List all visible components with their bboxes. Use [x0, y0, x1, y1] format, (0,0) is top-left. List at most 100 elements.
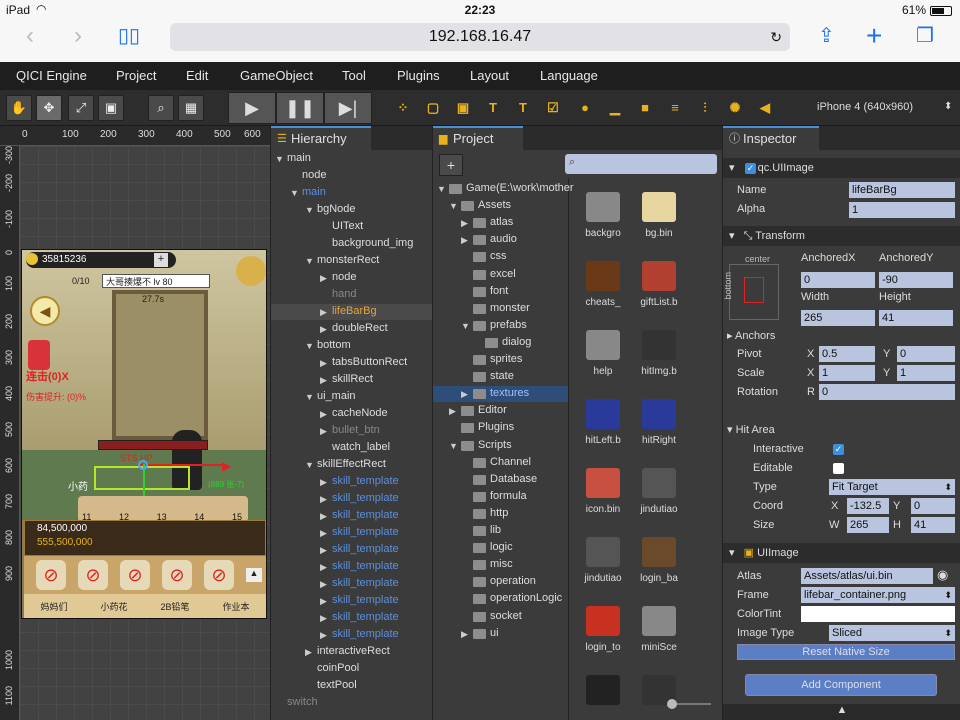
project-folder[interactable]: css [490, 250, 507, 262]
asset-thumbnail[interactable] [642, 606, 676, 636]
collapse-arrow-icon[interactable]: ▼ [305, 392, 314, 402]
hierarchy-node[interactable]: hand [332, 288, 356, 300]
expand-arrow-icon[interactable]: ▶ [461, 218, 468, 229]
hierarchy-node[interactable]: skillRect [332, 373, 373, 385]
hierarchy-node[interactable]: ui_main [317, 390, 356, 402]
asset-thumbnail[interactable] [586, 192, 620, 222]
avatar[interactable] [236, 256, 266, 286]
project-folder[interactable]: audio [490, 233, 517, 245]
hit-area-toggle[interactable]: ▾ Hit Area [727, 423, 775, 436]
game-preview[interactable]: 35815236 + 0/10 大哥揍爆不 lv 80 27.7s ◀ 连击(0… [21, 249, 267, 619]
tab-button[interactable]: 妈妈们 [40, 600, 67, 613]
tab-hierarchy[interactable]: ☰ Hierarchy [271, 126, 371, 150]
hierarchy-node[interactable]: skill_template [332, 526, 399, 538]
collapse-arrow-icon[interactable]: ▼ [305, 341, 314, 351]
expand-arrow-icon[interactable]: ▶ [320, 426, 327, 437]
asset-thumbnail[interactable] [642, 261, 676, 291]
node-header[interactable]: ▾ ✓ qc.UIImage [723, 158, 960, 178]
tab-inspector[interactable]: ⓘ Inspector [723, 126, 819, 150]
tab-project[interactable]: ▆ Project [433, 126, 523, 150]
tab-button[interactable]: 作业本 [222, 600, 249, 613]
tab-button[interactable]: 小药花 [100, 600, 127, 613]
pivot-y-field[interactable]: 0 [897, 346, 955, 362]
asset-thumbnail[interactable] [642, 192, 676, 222]
collapse-arrow-icon[interactable]: ▼ [290, 188, 299, 198]
interactive-checkbox[interactable]: ✓ [833, 444, 844, 455]
create-toggle-icon[interactable]: ☑ [544, 99, 562, 117]
menu-edit[interactable]: Edit [186, 68, 208, 83]
project-folder[interactable]: monster [490, 302, 530, 314]
project-folder[interactable]: Scripts [478, 439, 512, 451]
create-list-icon[interactable]: ≡ [666, 99, 684, 117]
project-folder[interactable]: dialog [502, 336, 531, 348]
zoom-icon[interactable]: ⌕ [148, 95, 174, 121]
expand-arrow-icon[interactable]: ▶ [320, 528, 327, 539]
project-folder[interactable]: atlas [490, 216, 513, 228]
project-folder[interactable]: misc [490, 558, 513, 570]
create-text-icon[interactable]: T [484, 99, 502, 117]
asset-thumbnail[interactable] [586, 606, 620, 636]
hierarchy-node[interactable]: skillEffectRect [317, 458, 386, 470]
expand-arrow-icon[interactable]: ▶ [461, 629, 468, 640]
size-w-field[interactable]: 265 [847, 517, 889, 533]
hierarchy-node[interactable]: main [302, 186, 326, 198]
address-bar[interactable]: 192.168.16.47 ↻ [170, 23, 790, 51]
hierarchy-node[interactable]: skill_template [332, 611, 399, 623]
hierarchy-node[interactable]: watch_label [332, 441, 390, 453]
menu-gameobject[interactable]: GameObject [240, 68, 313, 83]
create-sound-icon[interactable]: ◀ [756, 99, 774, 117]
panel-scroll-up-icon[interactable]: ▲ [723, 704, 960, 720]
collapse-arrow-icon[interactable]: ▼ [305, 205, 314, 215]
create-button-icon[interactable]: ● [576, 99, 594, 117]
menu-language[interactable]: Language [540, 68, 598, 83]
expand-arrow-icon[interactable]: ▶ [320, 409, 327, 420]
asset-thumbnail[interactable] [586, 330, 620, 360]
hierarchy-node[interactable]: doubleRect [332, 322, 388, 334]
hierarchy-node[interactable]: node [302, 169, 326, 181]
project-folder[interactable]: operationLogic [490, 592, 562, 604]
asset-thumbnail[interactable] [642, 399, 676, 429]
collapse-arrow-icon[interactable]: ▼ [437, 184, 446, 194]
reset-native-size-button[interactable]: Reset Native Size [737, 644, 955, 660]
enabled-checkbox[interactable]: ✓ [745, 163, 756, 174]
back-icon[interactable]: ‹ [26, 22, 34, 50]
hierarchy-node[interactable]: skill_template [332, 594, 399, 606]
expand-arrow-icon[interactable]: ▶ [320, 511, 327, 522]
expand-arrow-icon[interactable]: ▶ [320, 273, 327, 284]
project-folder[interactable]: Plugins [478, 421, 514, 433]
collapse-arrow-icon[interactable]: ▼ [305, 460, 314, 470]
anchors-toggle[interactable]: ▸ Anchors [727, 329, 775, 342]
project-folder[interactable]: font [490, 285, 508, 297]
project-folder[interactable]: Database [490, 473, 537, 485]
expand-arrow-icon[interactable]: ▶ [320, 324, 327, 335]
hierarchy-node[interactable]: skill_template [332, 577, 399, 589]
gizmo-pivot[interactable] [138, 460, 148, 470]
asset-thumbnail[interactable] [642, 537, 676, 567]
project-folder[interactable]: Assets [478, 199, 511, 211]
hierarchy-node[interactable]: node [332, 271, 356, 283]
sound-toggle-icon[interactable]: ◀ [30, 296, 60, 326]
menu-qici[interactable]: QICI Engine [16, 68, 87, 83]
locked-slot-icon[interactable]: ⊘ [78, 560, 108, 590]
expand-arrow-icon[interactable]: ▶ [320, 613, 327, 624]
create-slider-icon[interactable]: ⫶ [696, 99, 714, 117]
share-icon[interactable]: ⇪ [818, 22, 835, 50]
expand-icon[interactable]: ▲ [246, 568, 262, 582]
gizmo-x-arrow-icon[interactable]: ▶ [222, 459, 231, 473]
create-uiimage-icon[interactable]: ▢ [424, 99, 442, 117]
create-sprite-icon[interactable]: ■ [636, 99, 654, 117]
gizmo-x-axis[interactable] [140, 464, 226, 466]
project-folder[interactable]: sprites [490, 353, 522, 365]
step-button[interactable]: ▶| [324, 92, 372, 124]
collapse-arrow-icon[interactable]: ▼ [305, 256, 314, 266]
hierarchy-node[interactable]: switch [287, 696, 318, 708]
project-folder[interactable]: excel [490, 268, 516, 280]
hierarchy-node[interactable]: skill_template [332, 492, 399, 504]
menu-layout[interactable]: Layout [470, 68, 509, 83]
scale-x-field[interactable]: 1 [819, 365, 875, 381]
create-particle-icon[interactable]: ✺ [726, 99, 744, 117]
expand-arrow-icon[interactable]: ▶ [320, 494, 327, 505]
expand-arrow-icon[interactable]: ▶ [320, 630, 327, 641]
asset-search-input[interactable]: ⌕ [565, 154, 717, 174]
project-folder[interactable]: operation [490, 575, 536, 587]
